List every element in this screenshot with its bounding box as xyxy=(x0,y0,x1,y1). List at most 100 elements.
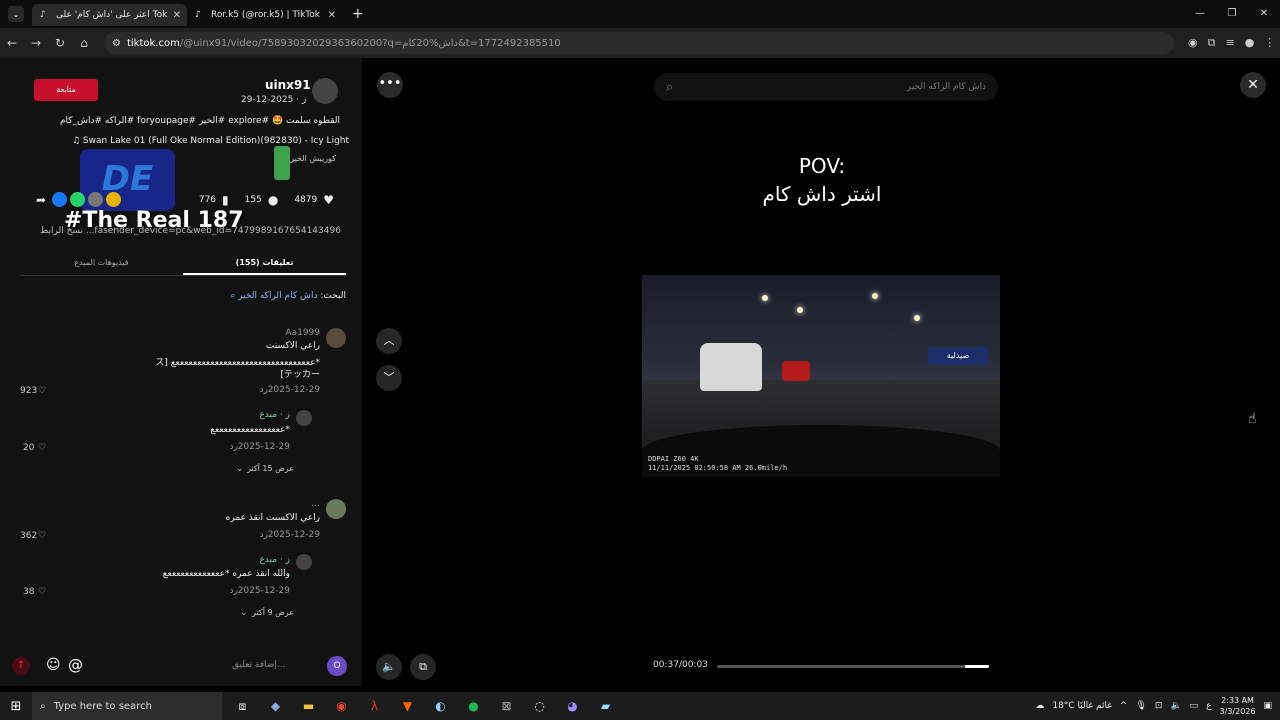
comment-heart-icon[interactable]: ♡ xyxy=(38,386,46,396)
discord-icon[interactable]: ◕ xyxy=(556,699,589,714)
embed-icon[interactable] xyxy=(88,192,104,207)
copilot-icon[interactable]: ◆ xyxy=(259,699,292,714)
post-effect[interactable]: كوريبش الخير xyxy=(290,154,336,163)
forward-icon[interactable]: → xyxy=(24,36,48,50)
emoji-icon[interactable]: ☺ xyxy=(46,657,61,673)
more-options-icon[interactable]: ••• xyxy=(377,72,403,98)
restore-icon[interactable]: ❐ xyxy=(1216,0,1248,28)
reply-heart-icon[interactable]: ♡ xyxy=(38,443,46,453)
engagement-bar: ➦ 776 ▮ 155 ● 4879 ♥ xyxy=(30,192,340,207)
comment-icon[interactable]: ● xyxy=(268,193,278,207)
notepad-icon[interactable]: ▰ xyxy=(589,699,622,714)
facebook-icon[interactable] xyxy=(52,192,68,207)
close-tab-icon[interactable]: ✕ xyxy=(173,10,181,21)
tray-chevron-icon[interactable]: ^ xyxy=(1120,701,1128,711)
search-query-link[interactable]: داش كام الراكه الخير xyxy=(238,291,317,301)
acrobat-icon[interactable]: λ xyxy=(358,699,391,714)
follow-button[interactable]: متابعة xyxy=(34,79,98,101)
scroll-up-icon[interactable]: ↑ xyxy=(12,657,30,675)
reply-button[interactable]: رد xyxy=(230,586,238,596)
tab-comments[interactable]: (155) تعليقات xyxy=(183,254,346,275)
tab-search-icon[interactable]: ⌄ xyxy=(8,6,24,22)
back-icon[interactable]: ← xyxy=(0,36,24,50)
comment-username[interactable]: ... xyxy=(311,499,320,509)
volume-icon[interactable]: 🔈 xyxy=(376,654,402,680)
progress-bar[interactable] xyxy=(717,665,989,668)
comment-heart-icon[interactable]: ♡ xyxy=(38,531,46,541)
post-music[interactable]: ♫ Swan Lake 01 (Full Oke Normal Edition)… xyxy=(72,136,349,146)
profile-icon[interactable]: ● xyxy=(1245,36,1255,50)
taskbar-search[interactable]: ⌕ Type here to search xyxy=(32,692,222,720)
taskbar-search-placeholder: Type here to search xyxy=(53,700,152,712)
speaker-icon[interactable]: 🔈 xyxy=(1170,701,1181,711)
video-search-input[interactable]: ⌕ داش كام الراكه الخير xyxy=(654,73,998,101)
reply-avatar[interactable] xyxy=(296,554,312,570)
close-player-icon[interactable]: ✕ xyxy=(1240,72,1266,98)
tab-tiktok-search[interactable]: ♪ اعثر على 'داش كام' على Tok ✕ xyxy=(32,4,187,26)
whatsapp-icon[interactable] xyxy=(70,192,86,207)
street-light xyxy=(872,293,878,299)
xbox-icon[interactable]: ⊠ xyxy=(490,699,523,714)
reply-username[interactable]: ز · مبدع xyxy=(259,555,290,565)
reply-avatar[interactable] xyxy=(296,410,312,426)
reply-username[interactable]: ز · مبدع xyxy=(259,410,290,420)
comment-text: راعي الاكسنت xyxy=(265,341,320,351)
capture-icon[interactable]: ◌ xyxy=(523,699,556,714)
close-tab-icon[interactable]: ✕ xyxy=(328,10,336,21)
commenter-avatar[interactable] xyxy=(326,328,346,348)
comment-username[interactable]: Aa1999 xyxy=(285,328,320,338)
comment-input[interactable]: إضافة تعليق... xyxy=(232,660,286,670)
copy-link[interactable]: نسخ الرابط ...fasender_device=pc&web_id=… xyxy=(40,226,341,236)
tab-ror-profile[interactable]: ♪ Ror.k5 (@ror.k5) | TikTok ✕ xyxy=(187,4,342,26)
author-username[interactable]: uinx91 xyxy=(265,78,311,92)
battery-icon[interactable]: ▭ xyxy=(1190,701,1199,711)
bookmark-icon[interactable]: ▮ xyxy=(222,193,229,207)
taskbar-clock[interactable]: 2:33 AM 3/3/2026 xyxy=(1220,695,1256,717)
mic-icon[interactable]: 🎙 xyxy=(1135,701,1146,711)
mention-icon[interactable]: @ xyxy=(68,656,83,674)
heart-icon[interactable]: ♥ xyxy=(323,193,334,207)
view-more-replies[interactable]: عرض 9 أكثر xyxy=(252,608,294,617)
minimize-icon[interactable]: — xyxy=(1184,0,1216,28)
media-icon[interactable]: ≡ xyxy=(1225,36,1234,50)
commenter-avatar[interactable] xyxy=(326,499,346,519)
close-window-icon[interactable]: ✕ xyxy=(1248,0,1280,28)
steam-icon[interactable]: ◐ xyxy=(424,699,457,714)
incognito-icon[interactable]: ◉ xyxy=(1188,36,1198,50)
notifications-icon[interactable]: ▣ xyxy=(1263,701,1272,711)
repost-icon[interactable] xyxy=(106,192,122,207)
extensions-icon[interactable]: ⧉ xyxy=(1208,36,1216,50)
related-search[interactable]: البحث: داش كام الراكه الخير ⌕ xyxy=(230,291,346,301)
reply-button[interactable]: رد xyxy=(230,442,238,452)
spotify-icon[interactable]: ● xyxy=(457,699,490,714)
author-avatar[interactable] xyxy=(312,78,338,104)
home-icon[interactable]: ⌂ xyxy=(72,36,96,50)
current-user-avatar[interactable]: O xyxy=(327,656,347,676)
file-explorer-icon[interactable]: ▬ xyxy=(292,699,325,714)
weather-text[interactable]: 18°C غائم غالبًا xyxy=(1052,701,1112,711)
chevron-down-icon: ⌄ xyxy=(240,608,248,618)
menu-icon[interactable]: ⋮ xyxy=(1264,36,1275,50)
site-info-icon[interactable]: ⚙ xyxy=(112,38,121,49)
input-language[interactable]: ع xyxy=(1206,701,1211,711)
reply-button[interactable]: رد xyxy=(260,530,268,540)
video-frame[interactable]: صيدلية DDPAI Z60 4K 11/11/2025 02:50:58 … xyxy=(642,275,1000,477)
network-icon[interactable]: ⊡ xyxy=(1155,701,1163,711)
pov-title: POV: xyxy=(798,154,846,178)
address-bar[interactable]: ⚙ tiktok.com /@uinx91/video/758930320293… xyxy=(104,32,1280,714)
next-video-icon[interactable]: ﹀ xyxy=(376,365,402,391)
picture-in-picture-icon[interactable]: ⧉ xyxy=(410,654,436,680)
share-icon[interactable]: ➦ xyxy=(36,193,46,207)
view-more-replies[interactable]: عرض 15 أكثر xyxy=(247,464,294,473)
chrome-icon[interactable]: ◉ xyxy=(325,699,358,714)
tab-creator-videos[interactable]: فيديوهات المبدع xyxy=(20,254,183,275)
windows-start-icon[interactable]: ⊞ xyxy=(0,699,32,714)
new-tab-button[interactable]: + xyxy=(352,6,364,22)
reply-button[interactable]: رد xyxy=(260,385,268,395)
reply-heart-icon[interactable]: ♡ xyxy=(38,587,46,597)
brave-icon[interactable]: ▼ xyxy=(391,699,424,714)
task-view-icon[interactable]: ⧈ xyxy=(226,699,259,714)
previous-video-icon[interactable]: ︿ xyxy=(376,328,402,354)
weather-icon[interactable]: ☁ xyxy=(1035,701,1044,711)
reload-icon[interactable]: ↻ xyxy=(48,36,72,50)
